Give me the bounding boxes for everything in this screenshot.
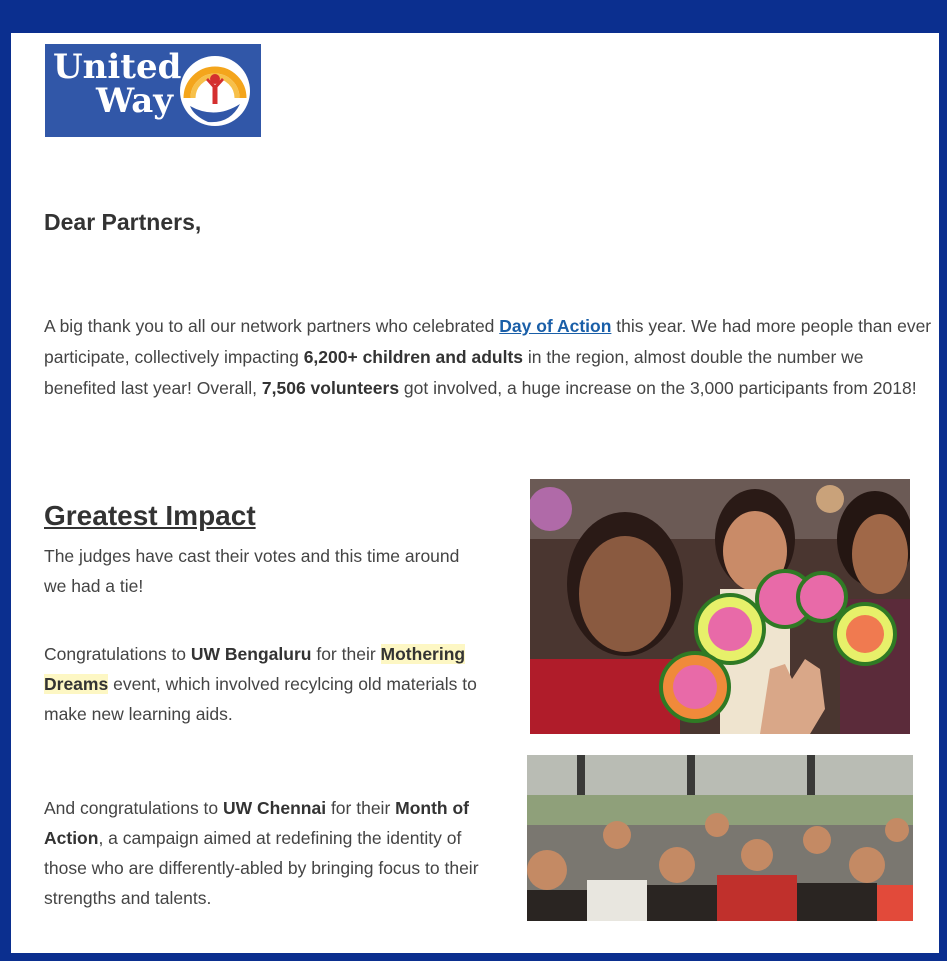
- section-title: Greatest Impact: [44, 500, 256, 531]
- intro-text-4: got involved, a huge increase on the 3,0…: [399, 378, 917, 398]
- logo-line-1: United: [53, 47, 182, 87]
- chennai-event-photo: [527, 755, 913, 921]
- bengaluru-event-photo: [530, 479, 910, 734]
- p3-bold-chennai: UW Chennai: [223, 798, 327, 818]
- logo-line-2: Way: [95, 81, 173, 121]
- united-way-logo: United Way: [45, 44, 261, 137]
- email-body: United Way Dear Partners, A big thank yo…: [11, 33, 939, 953]
- p3-text-2: for their: [326, 798, 396, 818]
- p3-text-3: , a campaign aimed at redefining the ide…: [44, 828, 479, 908]
- p2-text-3: event, which involved recylcing old mate…: [44, 674, 477, 724]
- p2-highlight-mothering: Mothering: [380, 644, 466, 664]
- p3-text-1: And congratulations to: [44, 798, 224, 818]
- bengaluru-paragraph: Congratulations to UW Bengaluru for thei…: [44, 639, 484, 729]
- intro-bold-volunteers: 7,506 volunteers: [261, 378, 400, 398]
- intro-text-1: A big thank you to all our network partn…: [44, 316, 500, 336]
- intro-paragraph: A big thank you to all our network partn…: [44, 311, 934, 404]
- chennai-paragraph: And congratulations to UW Chennai for th…: [44, 793, 484, 913]
- p2-text-1: Congratulations to: [44, 644, 191, 664]
- p2-text-2: for their: [311, 644, 381, 664]
- intro-bold-impact: 6,200+ children and adults: [303, 347, 524, 367]
- united-way-hand-icon: [180, 56, 250, 126]
- greeting-heading: Dear Partners,: [44, 209, 202, 235]
- p2-highlight-dreams: Dreams: [44, 674, 109, 694]
- logo-wordmark: United Way: [53, 47, 182, 121]
- day-of-action-link[interactable]: Day of Action: [499, 316, 611, 336]
- p2-bold-bengaluru: UW Bengaluru: [190, 644, 312, 664]
- judges-paragraph: The judges have cast their votes and thi…: [44, 546, 460, 596]
